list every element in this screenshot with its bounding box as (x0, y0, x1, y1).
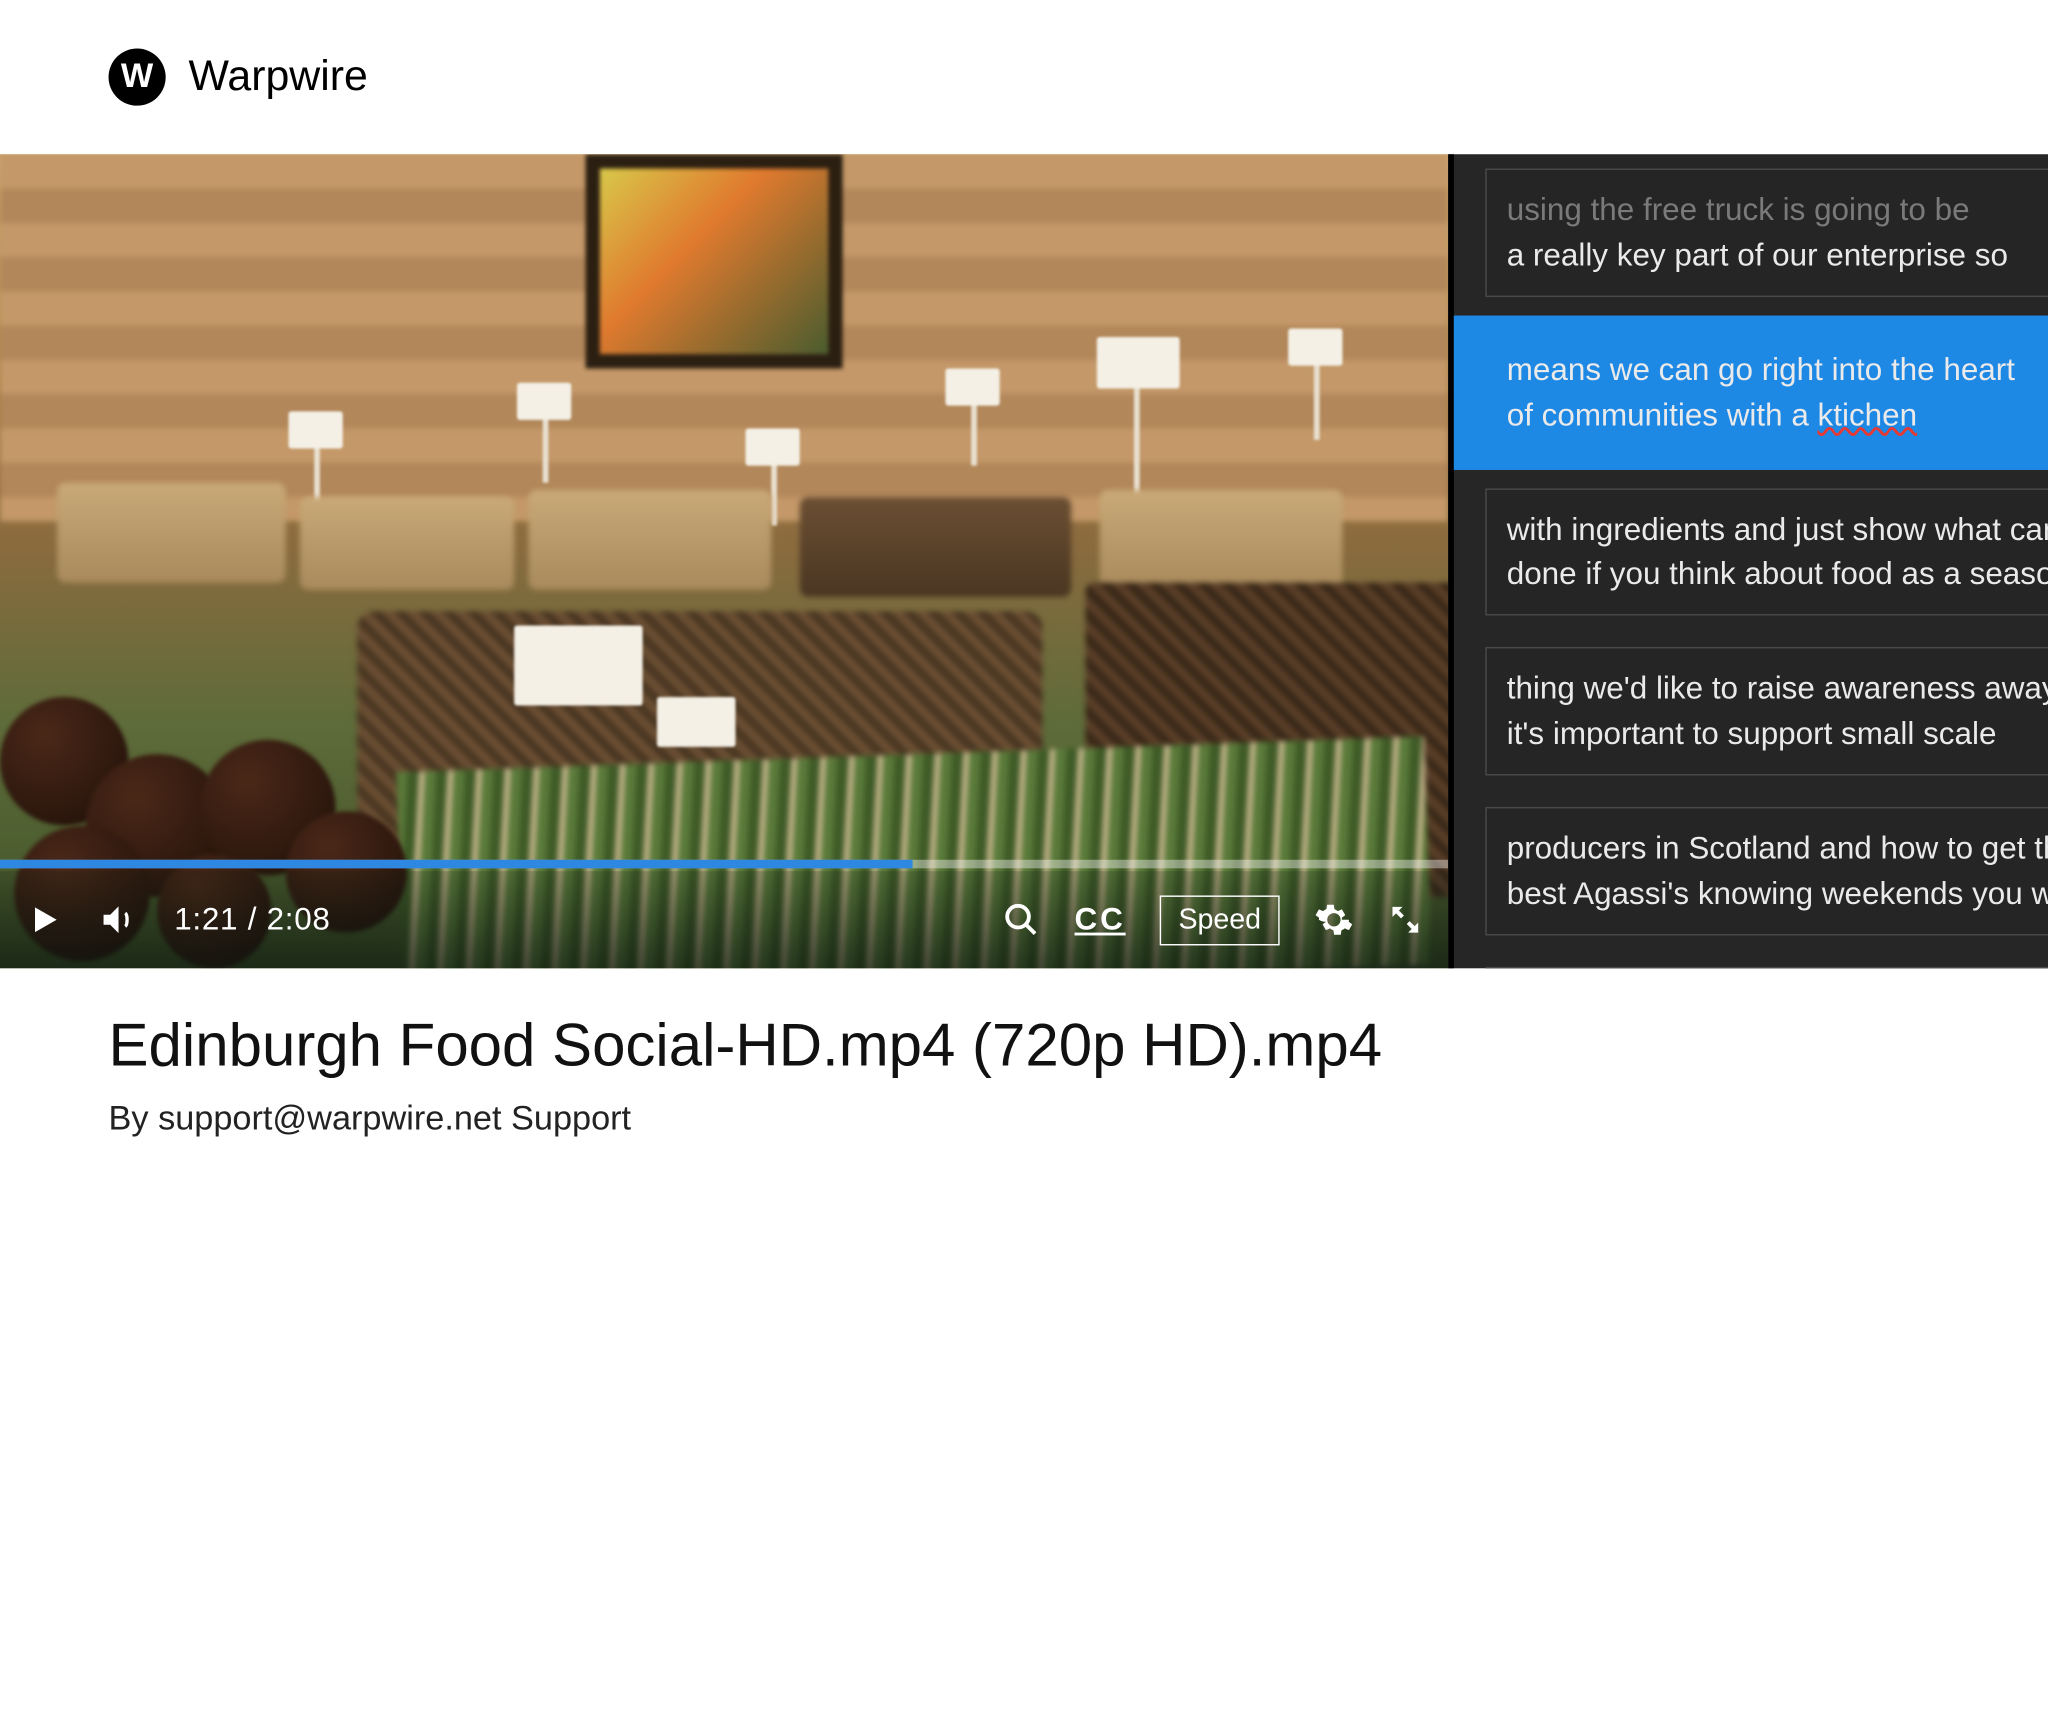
transcript-segment[interactable]: thing we'd like to raise awareness away … (1485, 647, 2048, 775)
video-player[interactable]: 1:21 / 2:08 CC Speed (0, 154, 1448, 968)
video-progress-bar[interactable] (0, 860, 1448, 869)
fullscreen-icon[interactable] (1388, 903, 1422, 937)
transcript-segment[interactable]: with ingredients and just show what can … (1485, 488, 2048, 616)
transcript-segment[interactable]: to let people know that working in the r… (1485, 967, 2048, 969)
segment-line: done if you think about food as a season… (1507, 552, 2048, 598)
video-progress-fill (0, 860, 912, 869)
brand-name: Warpwire (189, 53, 368, 102)
captions-button[interactable]: CC (1075, 901, 1126, 938)
video-controls: 1:21 / 2:08 CC Speed (0, 871, 1448, 968)
video-title: Edinburgh Food Social-HD.mp4 (720p HD).m… (109, 1011, 2048, 1080)
transcript-panel: Save Transcript Cancel using the free tr… (1448, 154, 2048, 968)
segment-line: of communities with a ktichen (1507, 392, 2048, 438)
time-display: 1:21 / 2:08 (174, 901, 330, 938)
segment-line: thing we'd like to raise awareness away (1507, 666, 2048, 712)
transcript-segment[interactable]: using the free truck is going to be a re… (1485, 169, 2048, 297)
segment-line: with ingredients and just show what can … (1507, 506, 2048, 552)
segment-line: best Agassi's knowing weekends you want (1507, 871, 2048, 917)
brand-logo[interactable]: W Warpwire (109, 49, 368, 106)
search-icon[interactable] (1003, 901, 1040, 938)
app-header: W Warpwire Account (0, 0, 2048, 154)
transcript-segment[interactable]: producers in Scotland and how to get the… (1485, 807, 2048, 935)
segment-line: using the free truck is going to be (1507, 187, 2048, 233)
play-icon[interactable] (26, 900, 63, 940)
video-byline: By support@warpwire.net Support (109, 1100, 2048, 1140)
video-metadata: Edinburgh Food Social-HD.mp4 (720p HD).m… (0, 968, 2048, 1182)
segment-line: means we can go right into the heart (1507, 347, 2048, 393)
main-area: 1:21 / 2:08 CC Speed Save Transcript Can… (0, 154, 2048, 968)
volume-icon[interactable] (97, 900, 140, 940)
segment-line: a really key part of our enterprise so (1507, 233, 2048, 279)
transcript-segment-active[interactable]: means we can go right into the heart of … (1485, 328, 2048, 456)
segment-line: producers in Scotland and how to get the (1507, 826, 2048, 872)
transcript-list[interactable]: using the free truck is going to be a re… (1454, 154, 2048, 968)
settings-icon[interactable] (1314, 900, 1354, 940)
speed-button[interactable]: Speed (1160, 895, 1280, 945)
logo-icon: W (109, 49, 166, 106)
misspelled-word: ktichen (1818, 397, 1918, 433)
segment-line: it's important to support small scale (1507, 712, 2048, 758)
